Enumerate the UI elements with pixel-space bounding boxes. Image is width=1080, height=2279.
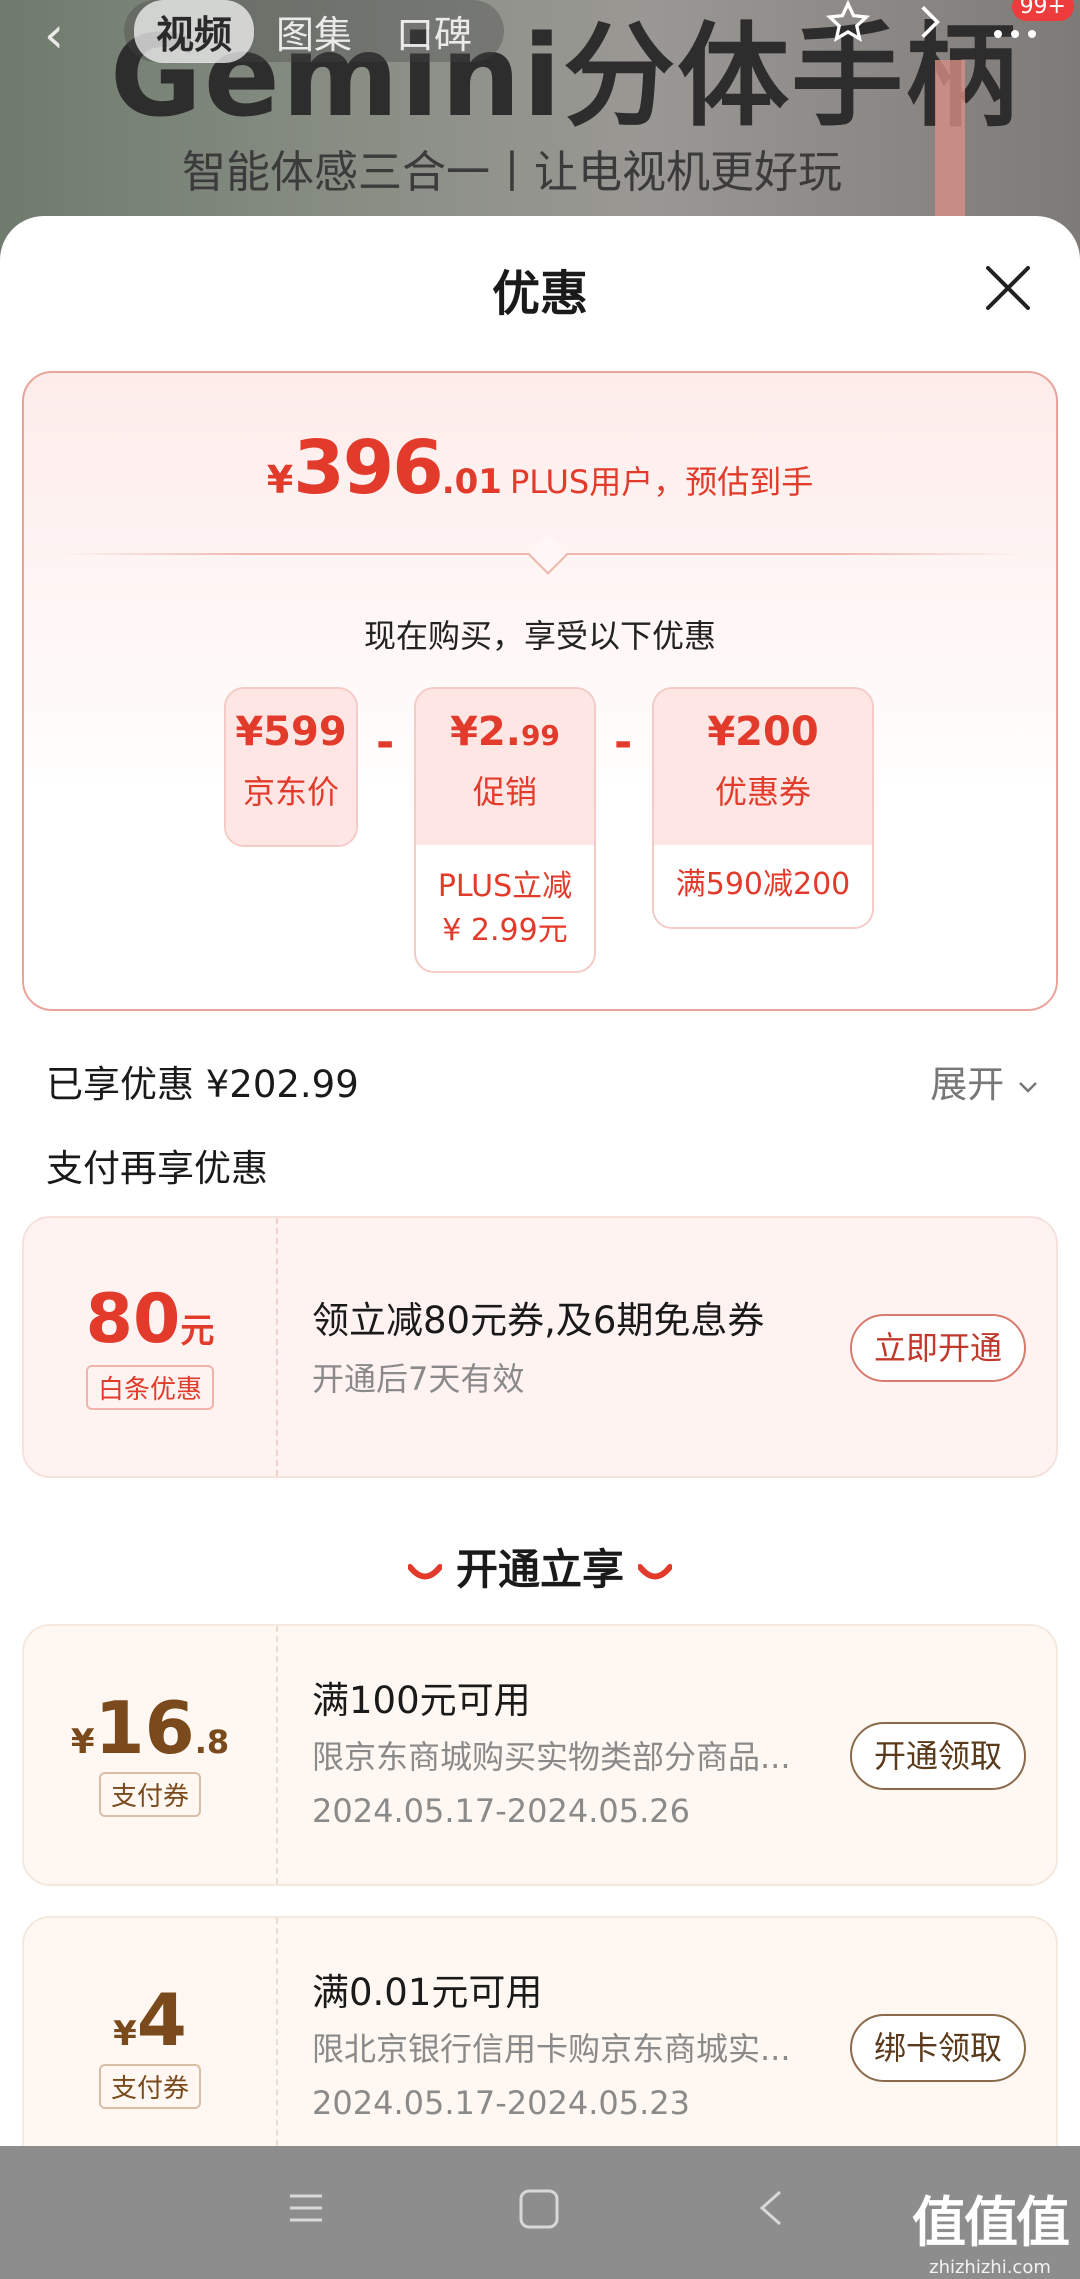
enjoyed-discount-total: 已享优惠 ¥202.99 bbox=[46, 1063, 359, 1106]
menu-icon[interactable] bbox=[286, 2188, 326, 2232]
home-icon[interactable] bbox=[518, 2188, 560, 2234]
activate-now-button[interactable]: 立即开通 bbox=[850, 1314, 1026, 1382]
breakdown-heading: 现在购买，享受以下优惠 bbox=[363, 617, 716, 655]
coupon-dates: 2024.05.17-2024.05.23 bbox=[312, 2084, 690, 2122]
watermark-url: zhizhizhi.com bbox=[929, 2257, 1051, 2278]
coupon-separator bbox=[276, 1218, 278, 1476]
coupon-separator bbox=[276, 1918, 278, 2146]
coupon-dates: 2024.05.17-2024.05.26 bbox=[312, 1792, 690, 1830]
back-icon[interactable]: ‹ bbox=[44, 6, 64, 64]
smile-right-icon bbox=[638, 1563, 672, 1579]
coupon-amount: ¥200 bbox=[707, 709, 819, 755]
tab-reviews[interactable]: 口碑 bbox=[374, 0, 494, 63]
jd-price-label: 京东价 bbox=[242, 773, 339, 811]
minus-sign: - bbox=[614, 717, 633, 768]
open-enjoy-heading: 开通立享 bbox=[0, 1536, 1080, 1597]
price-currency: ¥ bbox=[266, 458, 294, 502]
expand-button[interactable]: 展开 bbox=[930, 1054, 1040, 1108]
jd-price-amount: ¥599 bbox=[235, 709, 347, 755]
coupon-currency: ¥ bbox=[70, 1722, 95, 1762]
promotion-chip: ¥2.99 促销 PLUS立减 ¥ 2.99元 bbox=[414, 687, 596, 973]
promotion-amount: ¥2. bbox=[450, 709, 521, 755]
message-count-badge: 99+ bbox=[1011, 0, 1074, 21]
bind-card-claim-button[interactable]: 绑卡领取 bbox=[850, 2014, 1026, 2082]
back-nav-icon[interactable] bbox=[756, 2188, 786, 2232]
jd-price-chip: ¥599 京东价 bbox=[224, 687, 358, 847]
baitiao-desc: 开通后7天有效 bbox=[312, 1360, 525, 1398]
coupon-detail: 满590减200 bbox=[675, 867, 851, 902]
coupon-currency: ¥ bbox=[113, 2014, 137, 2054]
divider-notch bbox=[528, 535, 568, 575]
expand-label: 展开 bbox=[930, 1063, 1005, 1106]
baitiao-tag: 白条优惠 bbox=[85, 1365, 214, 1410]
baitiao-unit: 元 bbox=[180, 1311, 215, 1351]
site-watermark: 值值值 zhizhizhi.com bbox=[912, 2178, 1070, 2278]
coupon-separator bbox=[276, 1626, 278, 1884]
price-integer: 396 bbox=[293, 425, 443, 511]
open-enjoy-label: 开通立享 bbox=[455, 1545, 624, 1594]
coupon-int: 4 bbox=[136, 1978, 187, 2062]
coupon-chip: ¥200 优惠券 满590减200 bbox=[652, 687, 874, 929]
media-tabs: 视频 图集 口碑 bbox=[124, 0, 505, 63]
price-decimal: .01 bbox=[441, 462, 502, 502]
coupon-int: 16 bbox=[94, 1686, 195, 1770]
estimated-price: ¥396.01 PLUS用户，预估到手 bbox=[24, 425, 1056, 511]
promotion-amount-small: 99 bbox=[520, 719, 560, 752]
tab-video[interactable]: 视频 bbox=[134, 0, 255, 63]
nav-actions bbox=[825, 0, 1040, 55]
coupon-title: 满0.01元可用 bbox=[312, 1971, 543, 2014]
pay-more-heading: 支付再享优惠 bbox=[46, 1147, 268, 1190]
watermark-logo: 值值值 bbox=[912, 2191, 1070, 2254]
coupon-tag: 支付券 bbox=[98, 1772, 201, 1817]
coupon-tag: 支付券 bbox=[98, 2064, 201, 2109]
favorite-star-icon[interactable] bbox=[825, 0, 871, 55]
coupon-desc: 限北京银行信用卡购京东商城实... bbox=[312, 2030, 791, 2068]
payment-coupon-card: ¥4 支付券 满0.01元可用 限北京银行信用卡购京东商城实... 2024.0… bbox=[22, 1916, 1058, 2146]
share-icon[interactable] bbox=[908, 0, 952, 55]
sheet-title: 优惠 bbox=[491, 266, 588, 322]
banner-subtitle: 智能体感三合一丨让电视机更好玩 bbox=[182, 147, 842, 198]
coupon-desc: 限京东商城购买实物类部分商品... bbox=[312, 1738, 791, 1776]
coupon-dec: .8 bbox=[194, 1723, 230, 1761]
chevron-down-icon bbox=[1019, 1081, 1037, 1093]
payment-coupon-card: ¥16.8 支付券 满100元可用 限京东商城购买实物类部分商品... 2024… bbox=[22, 1624, 1058, 1886]
price-note: PLUS用户，预估到手 bbox=[509, 463, 814, 501]
open-and-claim-button[interactable]: 开通领取 bbox=[850, 1722, 1026, 1790]
smile-left-icon bbox=[407, 1563, 442, 1579]
minus-sign: - bbox=[376, 717, 395, 768]
close-icon[interactable] bbox=[980, 260, 1036, 316]
baitiao-amount: 80 bbox=[85, 1280, 181, 1359]
promotion-label: 促销 bbox=[472, 773, 537, 811]
coupon-title: 满100元可用 bbox=[312, 1679, 531, 1722]
baitiao-title: 领立减80元券,及6期免息券 bbox=[312, 1299, 765, 1342]
baitiao-offer-card: 80元 白条优惠 领立减80元券,及6期免息券 开通后7天有效 立即开通 bbox=[22, 1216, 1058, 1478]
tab-gallery[interactable]: 图集 bbox=[254, 0, 374, 63]
promotion-detail-line1: PLUS立减 bbox=[437, 869, 573, 904]
discount-sheet: 优惠 ¥396.01 PLUS用户，预估到手 现在购买，享受以下优惠 ¥599 京… bbox=[0, 216, 1080, 2146]
coupon-label: 优惠券 bbox=[714, 773, 811, 811]
promotion-detail-line2: ¥ 2.99元 bbox=[442, 913, 568, 948]
price-breakdown-card: ¥396.01 PLUS用户，预估到手 现在购买，享受以下优惠 ¥599 京东价 … bbox=[22, 371, 1058, 1011]
